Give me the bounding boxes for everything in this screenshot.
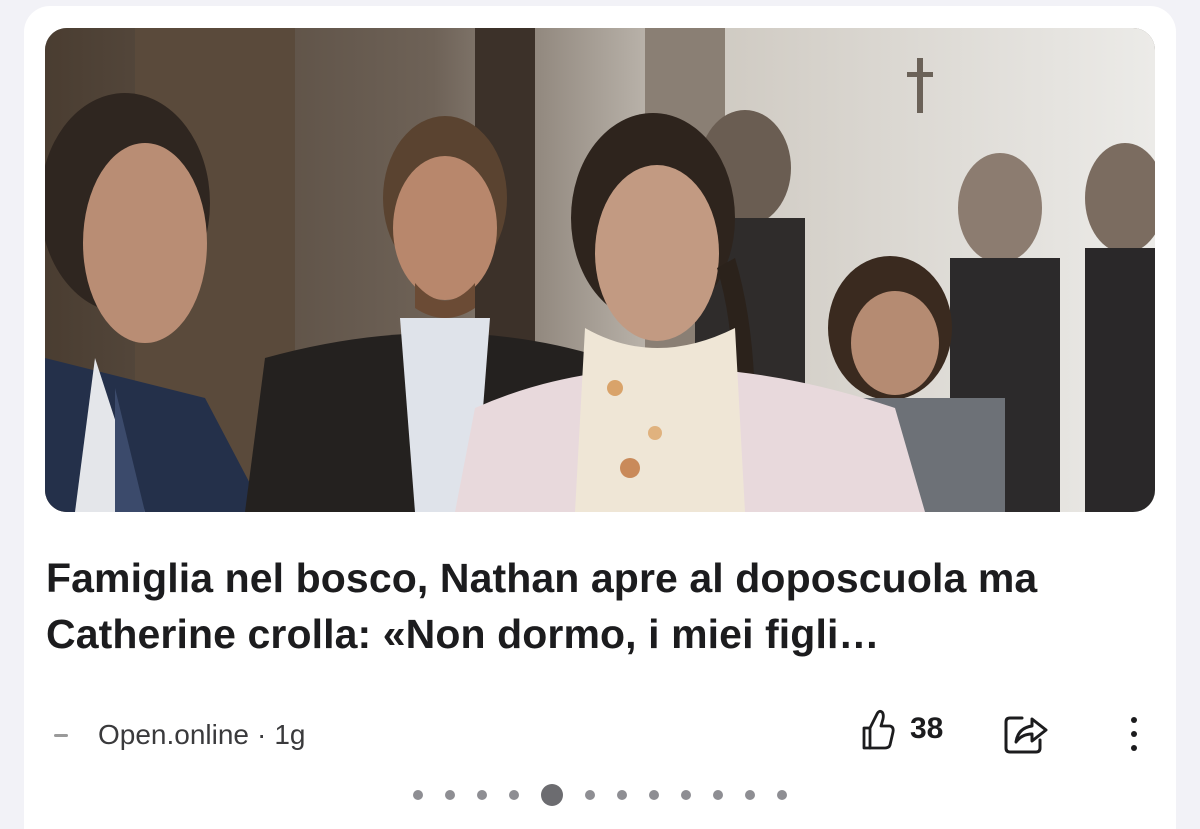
page-dot[interactable] [649, 790, 659, 800]
share-icon [1004, 716, 1048, 754]
page-dot[interactable] [413, 790, 423, 800]
like-count: 38 [910, 712, 944, 745]
page-dot[interactable] [617, 790, 627, 800]
page-dot[interactable] [585, 790, 595, 800]
more-options-button[interactable] [1120, 712, 1148, 756]
publish-time: 1g [274, 719, 306, 750]
meta-separator: · [257, 719, 267, 750]
page-dot[interactable] [477, 790, 487, 800]
like-button[interactable]: 38 [856, 706, 943, 752]
more-vertical-icon [1131, 717, 1137, 751]
article-meta: Open.online · 1g [54, 710, 306, 760]
page-indicator[interactable] [24, 780, 1176, 810]
photo-illustration [45, 28, 1155, 512]
page-dot[interactable] [509, 790, 519, 800]
source-name[interactable]: Open.online [98, 719, 249, 751]
news-card[interactable]: Famiglia nel bosco, Nathan apre al dopos… [24, 6, 1176, 829]
article-headline[interactable]: Famiglia nel bosco, Nathan apre al dopos… [46, 550, 1146, 662]
thumbs-up-icon [862, 709, 895, 750]
page-dot[interactable] [681, 790, 691, 800]
page-dot[interactable] [713, 790, 723, 800]
article-image[interactable] [45, 28, 1155, 512]
page-dot-active[interactable] [541, 784, 563, 806]
page-dot[interactable] [745, 790, 755, 800]
share-button[interactable] [1002, 708, 1050, 756]
page-dot[interactable] [445, 790, 455, 800]
source-logo-icon [54, 733, 68, 737]
page-dot[interactable] [777, 790, 787, 800]
